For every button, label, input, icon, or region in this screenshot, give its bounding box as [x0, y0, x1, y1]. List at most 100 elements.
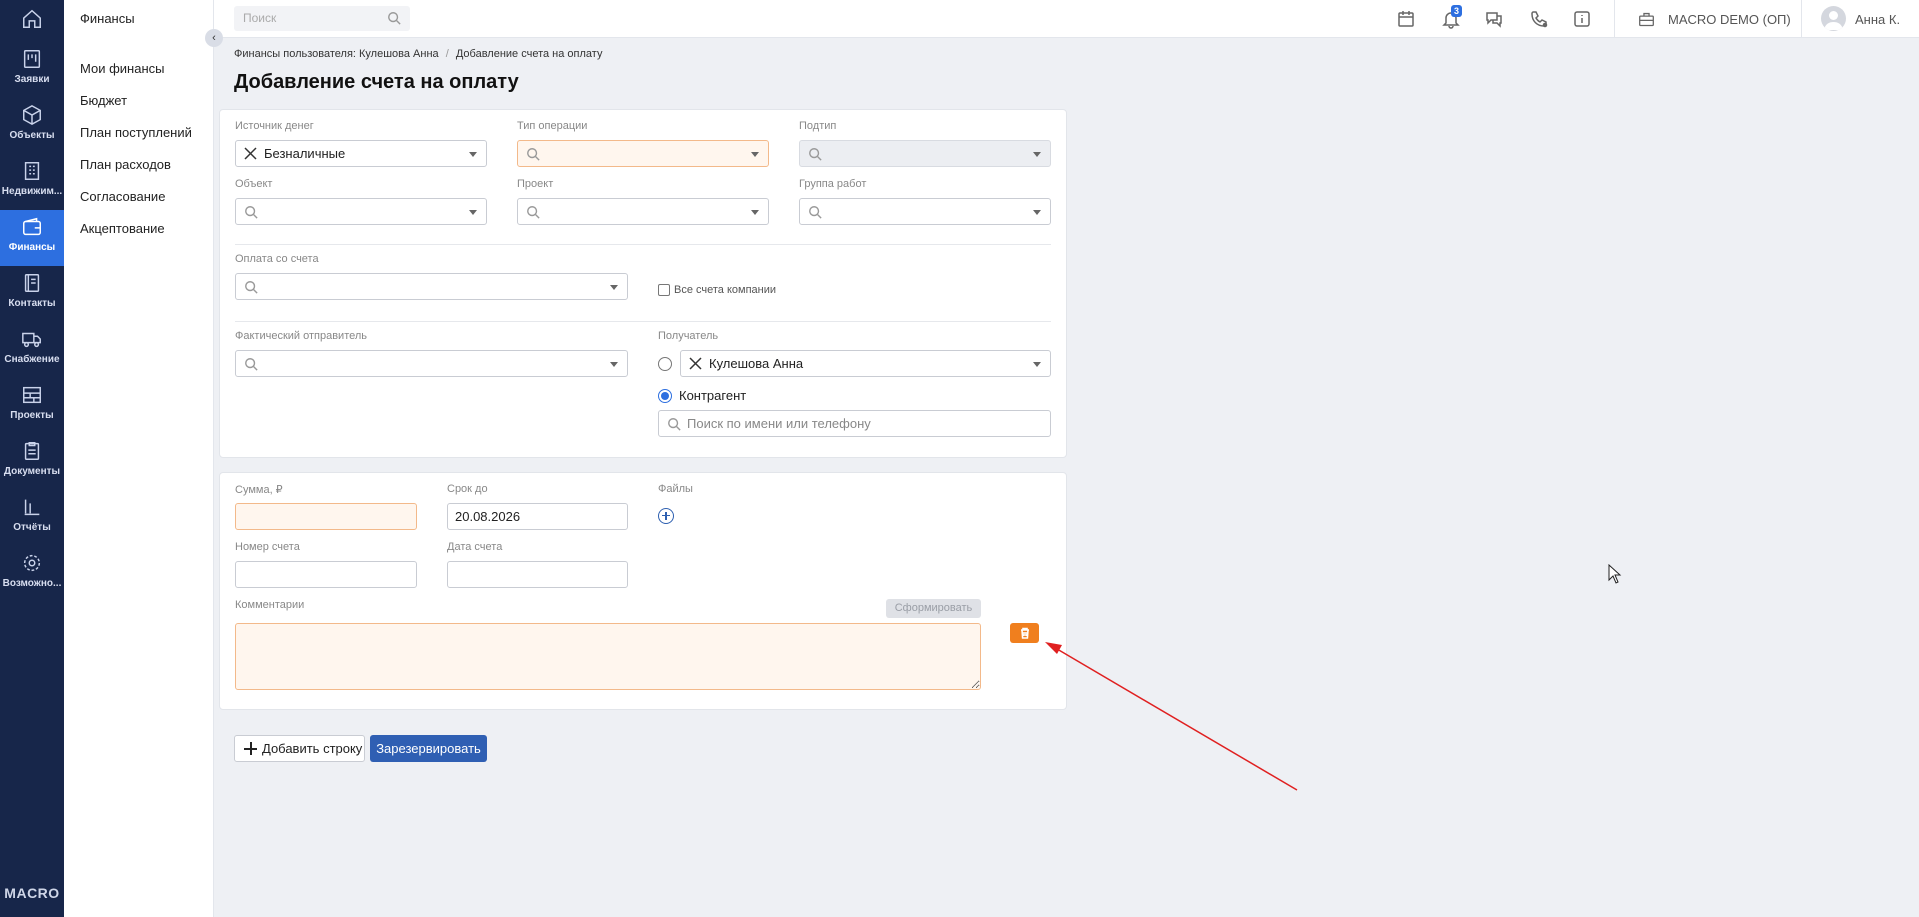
invoice-date-label: Дата счета — [447, 541, 503, 553]
caret-down-icon — [469, 152, 477, 157]
search-icon — [668, 418, 681, 431]
rail-item-features[interactable]: Возможно... — [0, 546, 64, 602]
rail-item-label: Отчёты — [13, 522, 51, 533]
caret-down-icon — [751, 152, 759, 157]
plus-icon — [244, 742, 257, 755]
rail-item-projects[interactable]: Проекты — [0, 378, 64, 434]
home-button[interactable] — [0, 0, 64, 38]
rail-item-objects[interactable]: Объекты — [0, 98, 64, 154]
project-select[interactable] — [517, 198, 769, 225]
calendar-icon[interactable] — [1396, 9, 1416, 29]
all-accounts-checkbox[interactable] — [658, 284, 670, 296]
add-file-button[interactable] — [658, 508, 674, 524]
search-icon — [245, 206, 258, 219]
sum-input[interactable] — [235, 503, 417, 530]
delete-row-button[interactable] — [1010, 623, 1039, 643]
counterparty-placeholder: Поиск по имени или телефону — [687, 416, 871, 431]
recipient-counterparty-radio[interactable] — [658, 389, 672, 403]
main-rail: Заявки Объекты Недвижим... Финансы Конта… — [0, 0, 64, 917]
due-date-input[interactable]: 20.08.2026 — [447, 503, 628, 530]
object-label: Объект — [235, 178, 273, 190]
info-icon[interactable] — [1572, 9, 1592, 29]
op-type-select[interactable] — [517, 140, 769, 167]
home-icon — [23, 9, 41, 28]
rail-item-label: Финансы — [8, 242, 56, 253]
caret-down-icon — [1033, 152, 1041, 157]
add-row-label: Добавить строку — [262, 741, 363, 756]
rail-item-label: Проекты — [10, 410, 54, 421]
pay-from-select[interactable] — [235, 273, 628, 300]
rail-item-documents[interactable]: Документы — [0, 434, 64, 490]
search-icon — [809, 206, 822, 219]
search-icon — [245, 358, 258, 371]
counterparty-search-input[interactable]: Поиск по имени или телефону — [658, 410, 1051, 437]
topbar-divider — [1614, 0, 1615, 38]
document-icon — [24, 442, 40, 460]
invoice-number-input[interactable] — [235, 561, 417, 588]
phone-icon[interactable] — [1529, 9, 1549, 29]
rail-item-label: Документы — [3, 466, 61, 477]
subnav-item-my-finances[interactable]: Мои финансы — [80, 61, 164, 76]
rail-item-supply[interactable]: Снабжение — [0, 322, 64, 378]
invoice-date-input[interactable] — [447, 561, 628, 588]
brand-logo: MACRO — [4, 885, 60, 901]
search-icon — [809, 148, 822, 161]
workgroup-select[interactable] — [799, 198, 1051, 225]
company-switcher[interactable]: MACRO DEMO (ОП) — [1668, 12, 1791, 27]
search-icon — [527, 148, 540, 161]
rail-item-label: Контакты — [8, 298, 56, 309]
global-search-input[interactable]: Поиск — [234, 6, 410, 31]
notification-badge: 3 — [1451, 5, 1463, 17]
caret-down-icon — [1033, 210, 1041, 215]
page-title: Добавление счета на оплату — [234, 71, 519, 93]
rail-item-label: Заявки — [14, 74, 50, 85]
rail-item-realty[interactable]: Недвижим... — [0, 154, 64, 210]
contacts-icon — [24, 274, 40, 292]
rail-item-label: Недвижим... — [1, 186, 63, 197]
subnav-item-expense-plan[interactable]: План расходов — [80, 157, 171, 172]
sum-label: Сумма, ₽ — [235, 484, 283, 496]
add-row-button[interactable]: Добавить строку — [234, 735, 365, 762]
reserve-button[interactable]: Зарезервировать — [370, 735, 487, 762]
op-type-label: Тип операции — [517, 120, 588, 132]
source-select[interactable]: Безналичные — [235, 140, 487, 167]
recipient-select[interactable]: Кулешова Анна — [680, 350, 1051, 377]
collapse-subnav-button[interactable]: ‹ — [205, 29, 223, 47]
source-value: Безналичные — [264, 146, 346, 161]
rail-item-reports[interactable]: Отчёты — [0, 490, 64, 546]
breadcrumb-separator: / — [445, 48, 449, 60]
subnav-title: Финансы — [80, 11, 135, 26]
workgroup-label: Группа работ — [799, 178, 867, 190]
invoice-no-label: Номер счета — [235, 541, 300, 553]
cube-icon — [23, 104, 41, 126]
clear-icon[interactable] — [689, 357, 702, 370]
subnav-item-income-plan[interactable]: План поступлений — [80, 125, 192, 140]
truck-icon — [22, 332, 41, 348]
briefcase-icon — [1639, 12, 1654, 27]
generate-button[interactable]: Сформировать — [886, 599, 981, 618]
user-name[interactable]: Анна К. — [1855, 12, 1900, 27]
breadcrumb-parent-link[interactable]: Финансы пользователя: Кулешова Анна — [234, 48, 439, 60]
clear-icon[interactable] — [244, 147, 257, 160]
chat-icon[interactable] — [1484, 9, 1504, 29]
recipient-value: Кулешова Анна — [709, 356, 804, 371]
rail-item-contacts[interactable]: Контакты — [0, 266, 64, 322]
rail-item-label: Возможно... — [2, 578, 62, 589]
subnav-item-acceptance[interactable]: Акцептование — [80, 221, 165, 236]
rail-item-requests[interactable]: Заявки — [0, 42, 64, 98]
avatar[interactable] — [1821, 6, 1846, 31]
due-label: Срок до — [447, 483, 488, 495]
comment-textarea[interactable] — [235, 623, 981, 690]
breadcrumb: Финансы пользователя: Кулешова Анна / До… — [234, 48, 602, 60]
top-bar: Поиск — [214, 0, 1919, 38]
subnav-item-approval[interactable]: Согласование — [80, 189, 165, 204]
caret-down-icon — [469, 210, 477, 215]
subnav-item-budget[interactable]: Бюджет — [80, 93, 127, 108]
object-select[interactable] — [235, 198, 487, 225]
divider — [235, 321, 1051, 322]
chevron-left-icon: ‹ — [212, 32, 216, 44]
rail-item-finance[interactable]: Финансы — [0, 210, 64, 266]
sender-label: Фактический отправитель — [235, 330, 368, 342]
recipient-employee-radio[interactable] — [658, 357, 672, 371]
sender-select[interactable] — [235, 350, 628, 377]
